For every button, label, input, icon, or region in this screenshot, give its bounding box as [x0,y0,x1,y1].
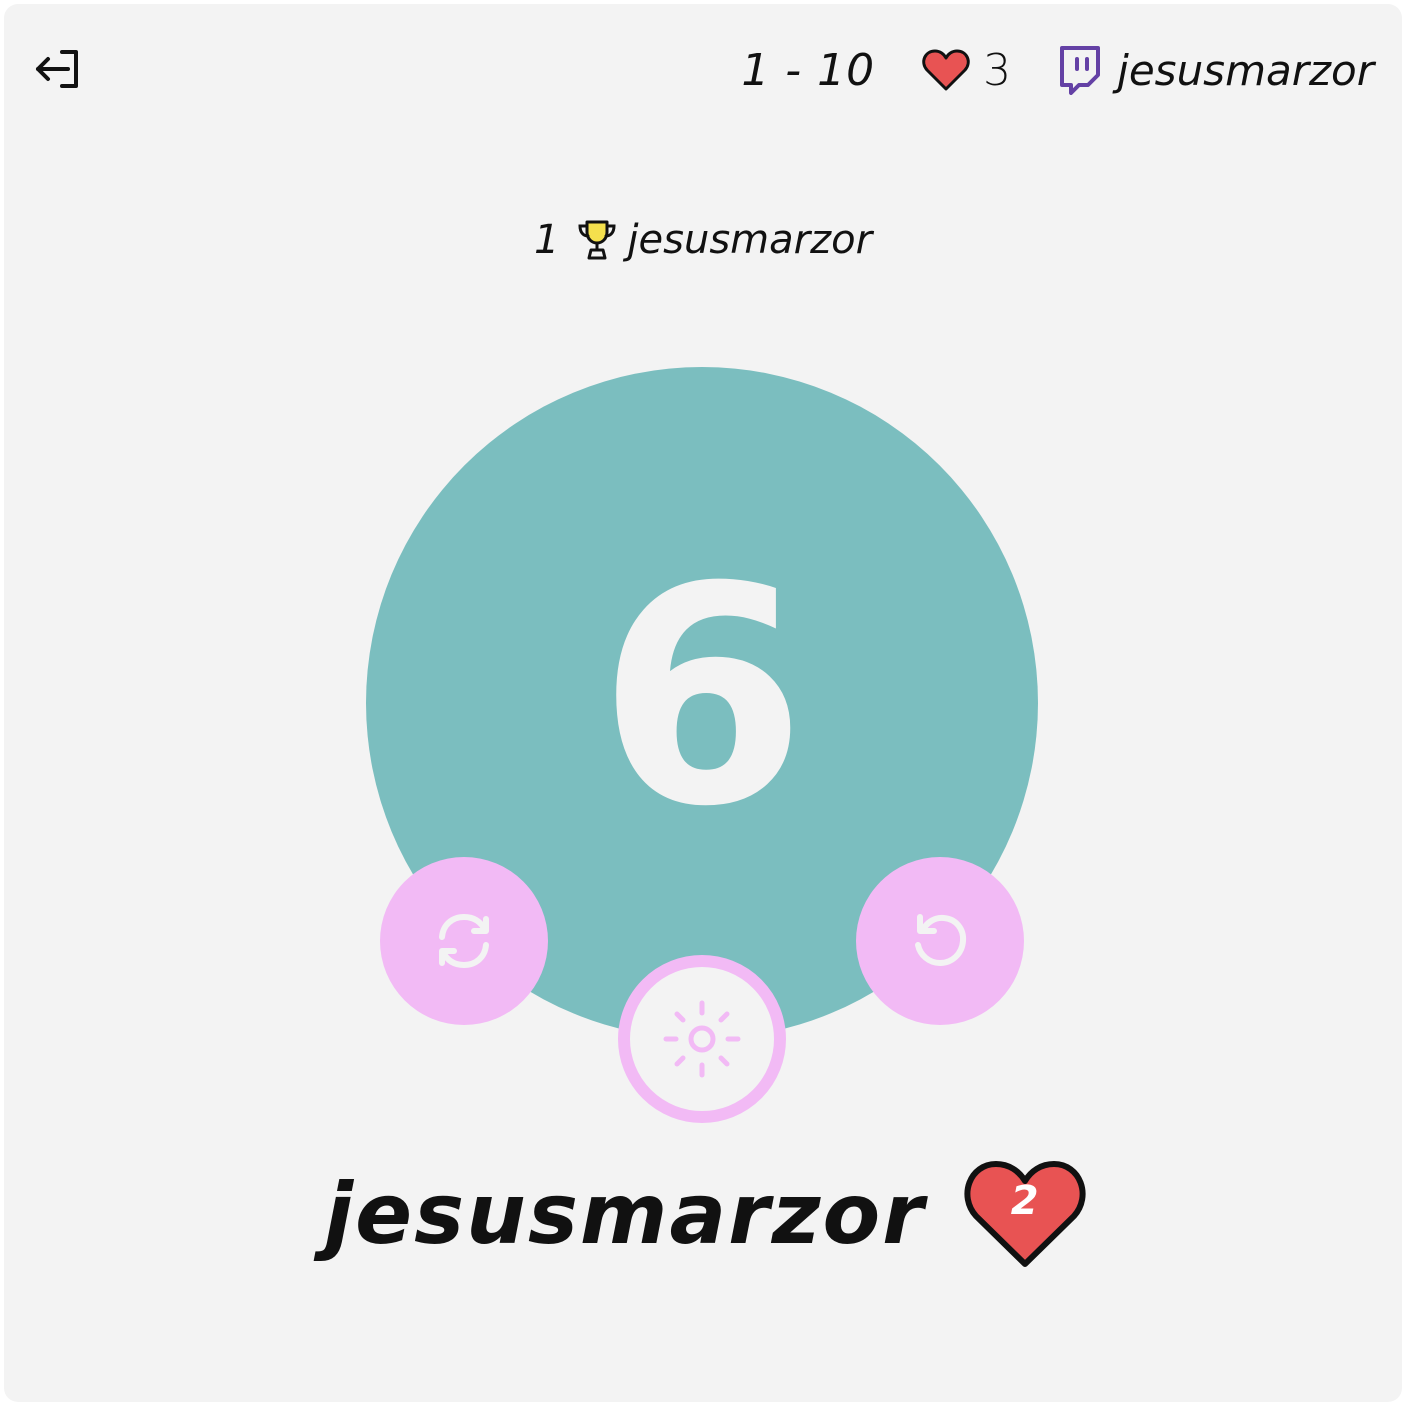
undo-icon [915,914,967,967]
number-range: 1 - 10 [741,44,876,96]
exit-icon [36,50,78,88]
heart-icon [922,49,970,91]
trophy-icon [578,220,616,260]
status-bar: 1 - 10 3 jesusmarzor [741,40,1374,100]
current-player: jesusmarzor 2 [4,1154,1402,1274]
player-name: jesusmarzor [324,1165,926,1263]
lives-count: 3 [983,44,1012,96]
refresh-icon [439,913,489,969]
leader-rank: 1 [533,217,560,263]
exit-button[interactable] [32,44,86,94]
twitch-username: jesusmarzor [1117,45,1374,95]
current-number: 6 [597,523,807,872]
leaderboard-entry: 1 jesusmarzor [4,210,1402,270]
player-lives-badge: 2 [962,1156,1088,1272]
leader-name: jesusmarzor [627,217,873,263]
theme-toggle-button[interactable] [618,955,786,1123]
undo-button[interactable] [856,857,1024,1025]
player-lives-count: 2 [1010,1178,1039,1224]
lives-indicator: 3 [921,45,1011,96]
refresh-button[interactable] [380,857,548,1025]
twitch-user[interactable]: jesusmarzor [1057,45,1374,95]
app-frame: 1 - 10 3 jesusmarzor 1 jesusmarzor 6 jes… [4,4,1402,1402]
sun-icon [663,1000,741,1078]
twitch-icon [1060,46,1101,95]
